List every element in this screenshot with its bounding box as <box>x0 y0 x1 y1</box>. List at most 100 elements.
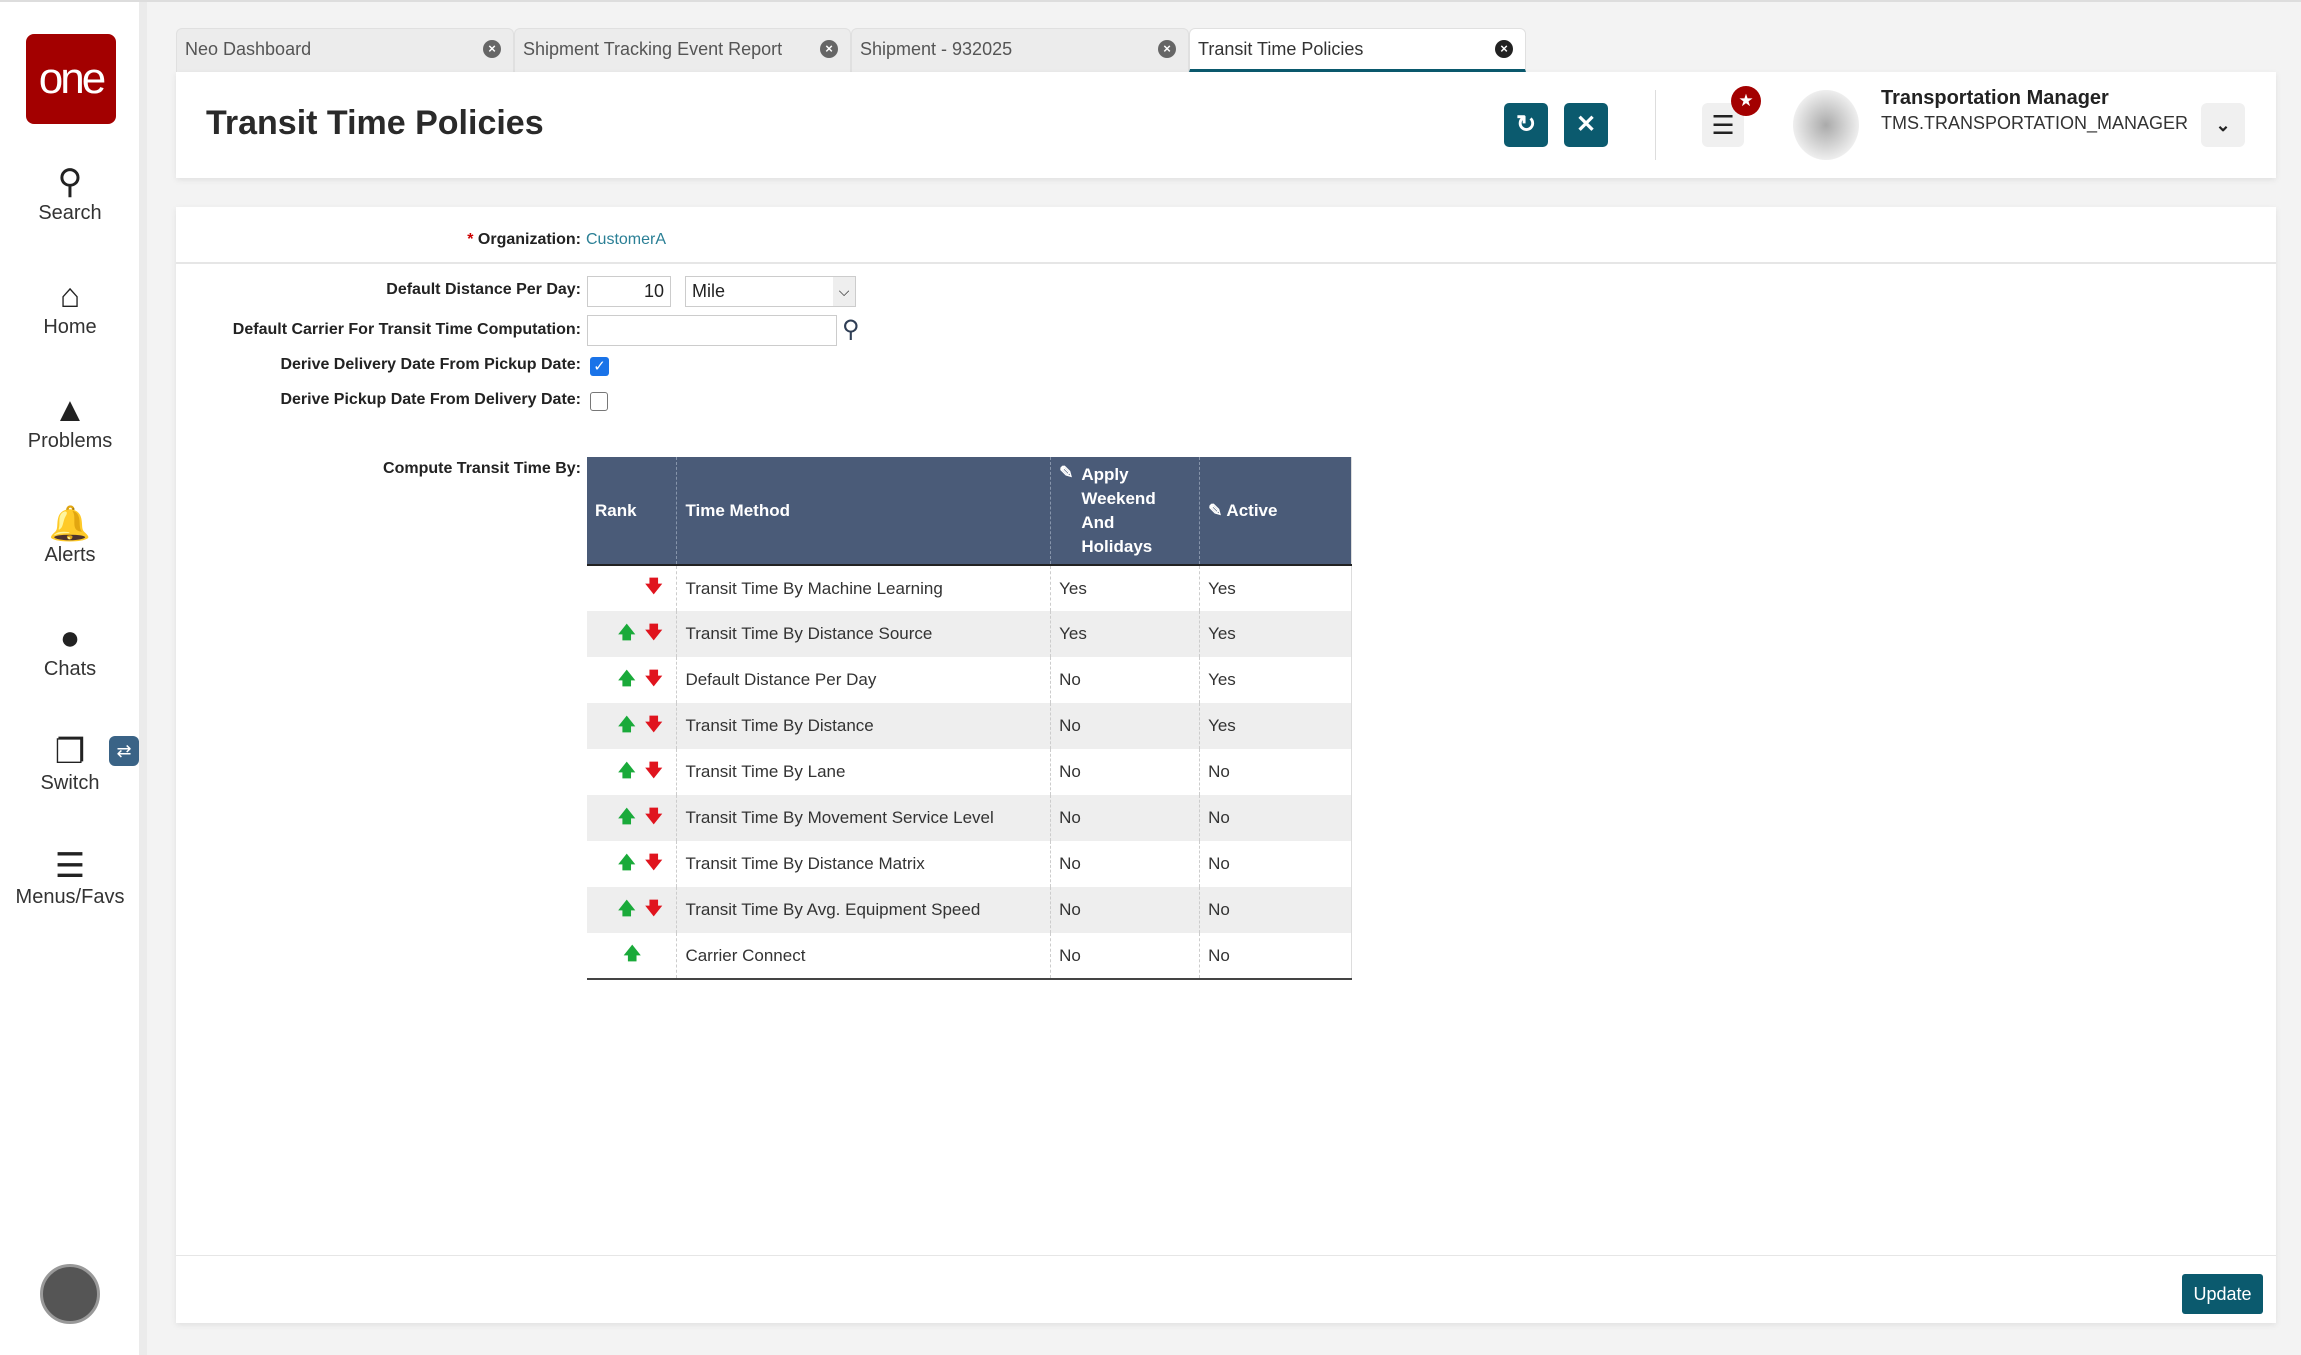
table-row[interactable]: 🡅 🡇 Transit Time By Lane No No <box>587 749 1352 795</box>
assistant-avatar[interactable] <box>40 1264 100 1324</box>
distance-unit-select[interactable]: Mile ⌵ <box>685 276 856 307</box>
method-cell: Transit Time By Avg. Equipment Speed <box>676 887 1051 933</box>
tab-transit-time-policies[interactable]: Transit Time Policies × <box>1189 28 1526 72</box>
tab-label: Shipment - 932025 <box>860 39 1013 59</box>
method-cell: Transit Time By Distance Matrix <box>676 841 1051 887</box>
close-tab-icon[interactable]: × <box>1158 40 1176 58</box>
active-cell: Yes <box>1199 611 1352 657</box>
active-cell: Yes <box>1199 565 1352 611</box>
apply-cell: Yes <box>1050 611 1200 657</box>
apply-cell: No <box>1050 841 1200 887</box>
table-row[interactable]: 🡅 🡇 Default Distance Per Day No Yes <box>587 657 1352 703</box>
method-header: Time Method <box>676 457 1051 565</box>
derive-pickup-label: Derive Pickup Date From Delivery Date: <box>280 391 581 408</box>
nav-label: Switch <box>40 772 100 794</box>
page-title: Transit Time Policies <box>206 104 544 142</box>
move-down-icon[interactable]: 🡇 <box>645 807 662 826</box>
active-cell: No <box>1199 795 1352 841</box>
table-row[interactable]: 🡅 🡇 Transit Time By Avg. Equipment Speed… <box>587 887 1352 933</box>
method-cell: Carrier Connect <box>676 933 1051 979</box>
move-down-icon[interactable]: 🡇 <box>645 623 662 642</box>
method-cell: Transit Time By Distance <box>676 703 1051 749</box>
move-up-icon[interactable]: 🡅 <box>624 944 641 963</box>
derive-delivery-checkbox[interactable]: ✓ <box>590 357 609 376</box>
sidebar: one ⚲ Search ⌂ Home ▲ Problems 🔔 Alerts ● Cha… <box>0 2 147 1355</box>
derive-pickup-checkbox[interactable] <box>590 392 608 411</box>
nav-alerts[interactable]: 🔔 Alerts <box>0 504 140 567</box>
move-down-icon[interactable]: 🡇 <box>645 899 662 918</box>
chat-icon: ● <box>59 619 81 657</box>
active-cell: No <box>1199 749 1352 795</box>
derive-delivery-label: Derive Delivery Date From Pickup Date: <box>280 356 581 373</box>
move-down-icon[interactable]: 🡇 <box>645 715 662 734</box>
tab-shipment[interactable]: Shipment - 932025 × <box>851 28 1189 72</box>
table-row[interactable]: 🡇 Transit Time By Machine Learning Yes Y… <box>587 565 1352 611</box>
apply-cell: Yes <box>1050 565 1200 611</box>
move-up-icon[interactable]: 🡅 <box>618 853 635 872</box>
nav-menus-favs[interactable]: ☰ Menus/Favs <box>0 846 140 909</box>
user-name: Transportation Manager <box>1881 87 2109 109</box>
rank-cell: 🡅 🡇 <box>587 657 677 703</box>
divider <box>176 262 2276 264</box>
table-row[interactable]: 🡅 🡇 Transit Time By Distance No Yes <box>587 703 1352 749</box>
apply-header[interactable]: ✎ Apply Weekend And Holidays <box>1050 457 1200 565</box>
rank-cell: 🡅 🡇 <box>587 611 677 657</box>
nav-chats[interactable]: ● Chats <box>0 618 140 681</box>
move-down-icon[interactable]: 🡇 <box>645 761 662 780</box>
close-button[interactable]: ✕ <box>1564 103 1608 147</box>
favorite-star-icon[interactable]: ★ <box>1731 86 1761 116</box>
table-row[interactable]: 🡅 🡇 Transit Time By Distance Matrix No N… <box>587 841 1352 887</box>
move-up-icon[interactable]: 🡅 <box>618 899 635 918</box>
apply-cell: No <box>1050 703 1200 749</box>
close-tab-icon[interactable]: × <box>1495 40 1513 58</box>
method-cell: Transit Time By Movement Service Level <box>676 795 1051 841</box>
close-tab-icon[interactable]: × <box>820 40 838 58</box>
nav-label: Chats <box>43 658 97 680</box>
edit-icon[interactable]: ✎ <box>1208 501 1222 520</box>
divider <box>176 1255 2276 1256</box>
active-cell: Yes <box>1199 703 1352 749</box>
carrier-input[interactable] <box>587 315 837 346</box>
apply-cell: No <box>1050 795 1200 841</box>
active-cell: No <box>1199 841 1352 887</box>
nav-label: Problems <box>27 430 113 452</box>
rank-header: Rank <box>587 457 677 565</box>
rank-cell: 🡅 🡇 <box>587 795 677 841</box>
table-row[interactable]: 🡅 Carrier Connect No No <box>587 933 1352 979</box>
move-up-icon[interactable]: 🡅 <box>618 623 635 642</box>
user-menu-chevron-icon[interactable]: ⌄ <box>2201 103 2245 147</box>
rank-cell: 🡅 <box>587 933 677 979</box>
table-row[interactable]: 🡅 🡇 Transit Time By Movement Service Lev… <box>587 795 1352 841</box>
method-cell: Default Distance Per Day <box>676 657 1051 703</box>
nav-search[interactable]: ⚲ Search <box>0 162 140 225</box>
rank-cell: 🡅 🡇 <box>587 703 677 749</box>
app-logo[interactable]: one <box>26 34 116 124</box>
move-up-icon[interactable]: 🡅 <box>618 761 635 780</box>
apply-cell: No <box>1050 887 1200 933</box>
update-button[interactable]: Update <box>2182 1274 2263 1314</box>
move-up-icon[interactable]: 🡅 <box>618 807 635 826</box>
nav-label: Menus/Favs <box>15 886 125 908</box>
apply-cell: No <box>1050 749 1200 795</box>
transit-methods-table: Rank Time Method ✎ Apply Weekend And Holi… <box>587 457 1352 980</box>
tab-neo-dashboard[interactable]: Neo Dashboard × <box>176 28 514 72</box>
edit-icon[interactable]: ✎ <box>1059 463 1073 559</box>
tab-shipment-tracking[interactable]: Shipment Tracking Event Report × <box>514 28 851 72</box>
table-row[interactable]: 🡅 🡇 Transit Time By Distance Source Yes … <box>587 611 1352 657</box>
move-down-icon[interactable]: 🡇 <box>645 577 662 596</box>
search-icon[interactable]: ⚲ <box>842 315 860 344</box>
rank-cell: 🡅 🡇 <box>587 749 677 795</box>
active-cell: Yes <box>1199 657 1352 703</box>
active-header[interactable]: ✎ Active <box>1199 457 1352 565</box>
user-avatar[interactable] <box>1793 90 1859 160</box>
move-up-icon[interactable]: 🡅 <box>618 669 635 688</box>
chevron-down-icon: ⌵ <box>833 277 855 306</box>
move-up-icon[interactable]: 🡅 <box>618 715 635 734</box>
switch-badge-icon[interactable]: ⇄ <box>109 736 139 766</box>
search-icon: ⚲ <box>57 163 83 201</box>
distance-input[interactable]: 10 <box>587 276 671 307</box>
close-tab-icon[interactable]: × <box>483 40 501 58</box>
move-down-icon[interactable]: 🡇 <box>645 853 662 872</box>
move-down-icon[interactable]: 🡇 <box>645 669 662 688</box>
refresh-button[interactable]: ↻ <box>1504 103 1548 147</box>
